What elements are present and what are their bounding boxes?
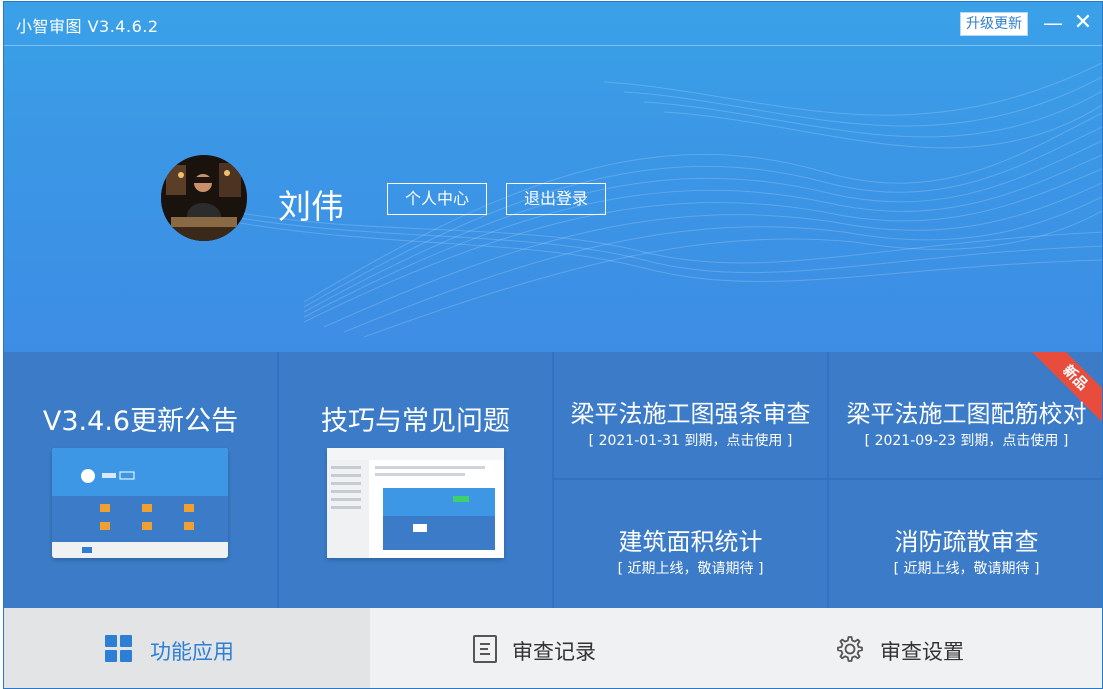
update-notice-title: V3.4.6更新公告	[42, 406, 239, 437]
nav-settings-label: 审查设置	[880, 640, 964, 664]
grid-icon	[105, 635, 132, 662]
fire-evac-title: 消防疏散审查	[894, 528, 1039, 556]
beam-rebar-tile[interactable]: 新品 梁平法施工图配筋校对 [ 2021-09-23 到期，点击使用 ]	[829, 352, 1102, 478]
tips-faq-title: 技巧与常见问题	[321, 406, 510, 437]
avatar-photo	[161, 155, 247, 241]
upgrade-button[interactable]: 升级更新	[960, 12, 1028, 36]
beam-rebar-title: 梁平法施工图配筋校对	[846, 400, 1087, 428]
personal-center-button[interactable]: 个人中心	[387, 183, 487, 215]
avatar[interactable]	[161, 155, 247, 241]
app-window: 小智审图 V3.4.6.2 升级更新 — ✕ 刘伟 个人中心 退出登录 V3.4…	[3, 1, 1103, 689]
beam-mandatory-tile[interactable]: 梁平法施工图强条审查 [ 2021-01-31 到期，点击使用 ]	[554, 352, 827, 478]
nav-functions[interactable]: 功能应用	[4, 608, 370, 688]
area-stats-title: 建筑面积统计	[618, 528, 763, 556]
title-bar: 小智审图 V3.4.6.2 升级更新 — ✕	[4, 2, 1102, 46]
feature-grid: V3.4.6更新公告 技巧与常见问题 梁平法施工图强条审查 [2021-01-…	[4, 352, 1102, 608]
minimize-button[interactable]: —	[1040, 10, 1066, 36]
fire-evac-status: [ 近期上线，敬请期待 ]	[893, 561, 1040, 577]
area-stats-status: [ 近期上线，敬请期待 ]	[617, 561, 764, 577]
logout-button[interactable]: 退出登录	[506, 183, 606, 215]
nav-records[interactable]: 审查记录	[370, 608, 736, 688]
fire-evac-tile[interactable]: 消防疏散审查 [ 近期上线，敬请期待 ]	[829, 480, 1102, 608]
gear-icon	[837, 636, 863, 662]
beam-rebar-expiry: [ 2021-09-23 到期，点击使用 ]	[864, 433, 1069, 449]
nav-settings[interactable]: 审查设置	[736, 608, 1102, 688]
tips-faq-tile[interactable]: 技巧与常见问题	[279, 352, 552, 608]
update-notice-tile[interactable]: V3.4.6更新公告	[4, 352, 277, 608]
area-stats-tile[interactable]: 建筑面积统计 [ 近期上线，敬请期待 ]	[554, 480, 827, 608]
app-title: 小智审图 V3.4.6.2	[16, 17, 159, 36]
user-name: 刘伟	[278, 187, 344, 226]
beam-mandatory-expiry: [ 2021-01-31 到期，点击使用 ]	[588, 433, 793, 449]
close-button[interactable]: ✕	[1070, 10, 1096, 36]
profile-header: 小智审图 V3.4.6.2 升级更新 — ✕ 刘伟 个人中心 退出登录	[4, 2, 1102, 352]
tips-faq-thumbnail	[327, 448, 504, 558]
beam-mandatory-title: 梁平法施工图强条审查	[570, 400, 811, 428]
bottom-nav: 功能应用 审查记录 审查设置	[4, 608, 1102, 688]
nav-functions-label: 功能应用	[150, 640, 234, 664]
document-icon	[473, 635, 497, 663]
nav-records-label: 审查记录	[512, 640, 596, 664]
update-notice-thumbnail	[52, 448, 228, 558]
